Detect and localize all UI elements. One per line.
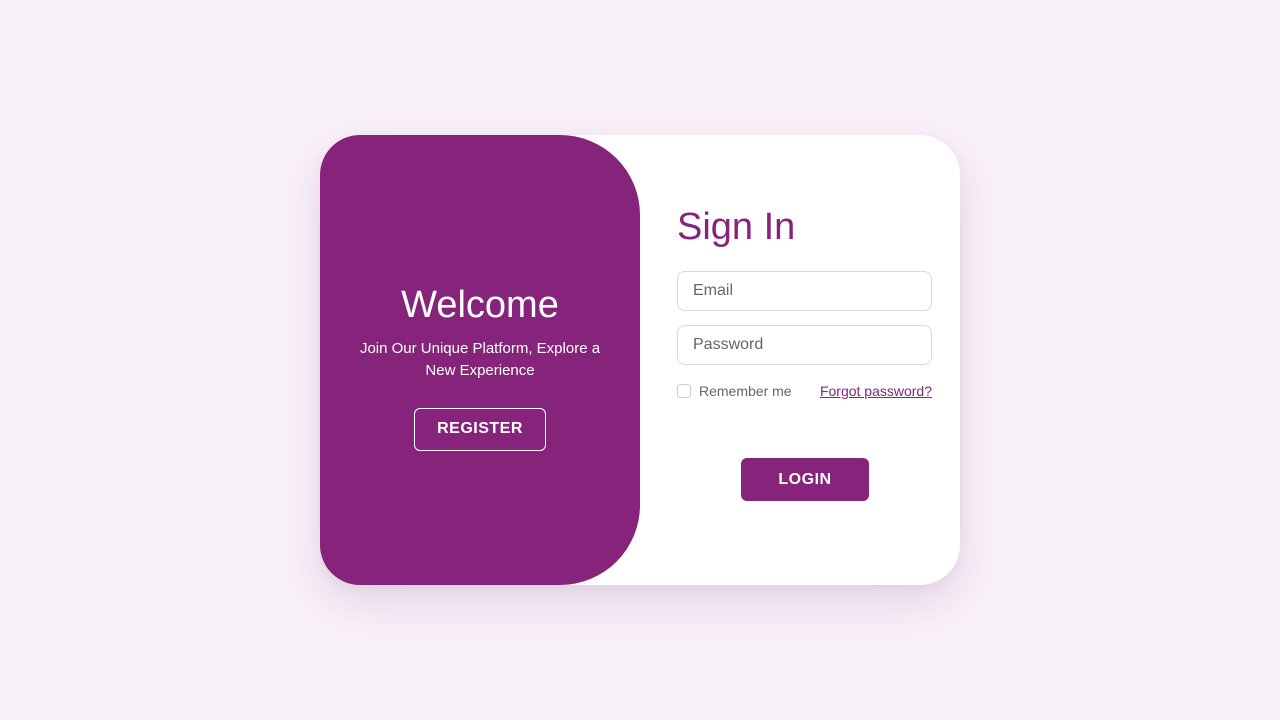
- login-button[interactable]: LOGIN: [741, 458, 869, 501]
- forgot-password-link[interactable]: Forgot password?: [820, 383, 932, 399]
- remember-label: Remember me: [699, 383, 792, 399]
- welcome-panel: Welcome Join Our Unique Platform, Explor…: [320, 135, 640, 585]
- email-field[interactable]: [677, 271, 932, 311]
- remember-me[interactable]: Remember me: [677, 383, 792, 399]
- auth-card: Welcome Join Our Unique Platform, Explor…: [320, 135, 960, 585]
- signin-title: Sign In: [677, 206, 796, 248]
- register-button[interactable]: REGISTER: [414, 407, 546, 451]
- signin-panel: Sign In Remember me Forgot password? LOG…: [677, 135, 932, 585]
- welcome-title: Welcome: [401, 283, 559, 326]
- welcome-text: Join Our Unique Platform, Explore a New …: [359, 339, 601, 379]
- password-field[interactable]: [677, 325, 932, 365]
- remember-checkbox[interactable]: [677, 384, 691, 398]
